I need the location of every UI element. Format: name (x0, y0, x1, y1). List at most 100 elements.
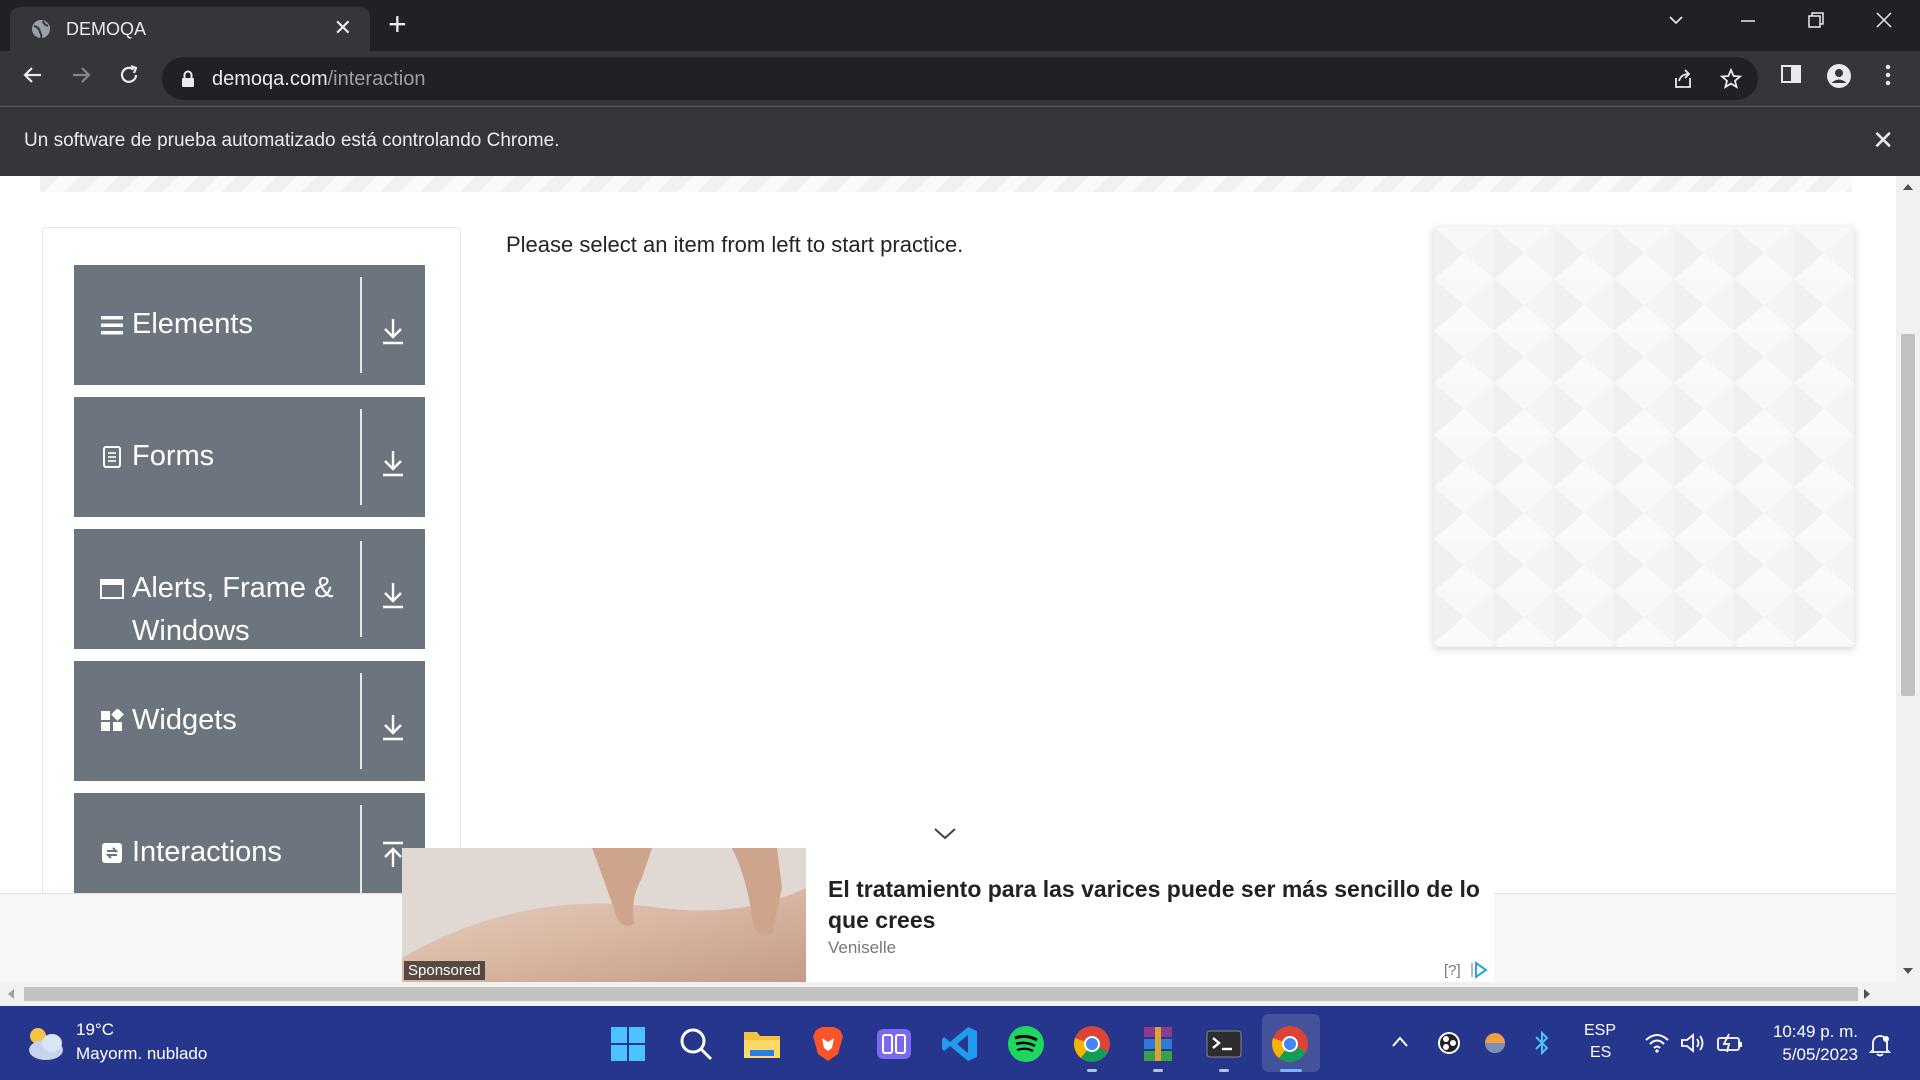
ad-info-link[interactable]: [?] (1444, 962, 1461, 979)
battery-charging-icon[interactable] (1716, 1032, 1744, 1054)
notification-bell-icon[interactable] (1868, 1032, 1892, 1058)
divider (360, 541, 362, 637)
tab-title: DEMOQA (66, 19, 147, 39)
divider (360, 277, 362, 373)
chevron-down-icon[interactable] (932, 824, 958, 844)
weather-cloud-icon[interactable] (24, 1024, 66, 1062)
chrome-active-icon[interactable] (1270, 1024, 1310, 1064)
windows-start-icon[interactable] (608, 1024, 648, 1064)
divider (360, 673, 362, 769)
reader-app-icon[interactable] (874, 1024, 914, 1064)
sponsored-ad[interactable]: Sponsored El tratamiento para las varice… (402, 848, 1494, 982)
sidebar-group-label-line2: Windows (132, 615, 250, 647)
app-tray-icon[interactable] (1482, 1030, 1508, 1056)
scrollbar-thumb[interactable] (1901, 334, 1915, 696)
back-button[interactable] (18, 63, 48, 93)
adchoices-icon[interactable] (1470, 961, 1488, 979)
download-arrow-icon (383, 451, 403, 477)
tab-close-icon[interactable]: ✕ (334, 15, 352, 41)
running-indicator (1087, 1069, 1097, 1072)
infobar-close-icon[interactable]: ✕ (1872, 125, 1894, 156)
back-arrow-icon (23, 67, 41, 83)
chrome-icon[interactable] (1072, 1024, 1112, 1064)
side-panel-icon[interactable] (1780, 63, 1802, 85)
restore-button[interactable] (1806, 10, 1826, 36)
ad-placeholder (1434, 227, 1854, 647)
system-clock[interactable]: 10:49 p. m. 5/05/2023 (1773, 1020, 1858, 1066)
close-window-button[interactable] (1874, 10, 1894, 36)
window-icon (100, 579, 124, 599)
terminal-icon[interactable] (1204, 1024, 1244, 1064)
ad-headline[interactable]: El tratamiento para las varices puede se… (828, 874, 1484, 936)
url-text: demoqa.com/interaction (212, 68, 426, 90)
sidebar-group-label: Alerts, Frame & (132, 572, 334, 604)
sidebar-group-label: Forms (132, 440, 215, 472)
bookmark-star-icon[interactable] (1720, 68, 1742, 90)
ad-source: Veniselle (828, 938, 897, 957)
address-bar[interactable]: demoqa.com/interaction (162, 57, 1758, 100)
forward-arrow-icon (73, 67, 91, 83)
spotify-icon[interactable] (1006, 1024, 1046, 1064)
bluetooth-icon[interactable] (1532, 1030, 1552, 1056)
page-viewport: Elements Forms Alerts, Frame & Windows W… (0, 176, 1920, 1006)
scroll-right-icon[interactable] (1862, 988, 1872, 1000)
wifi-icon[interactable] (1644, 1032, 1670, 1054)
globe-icon (32, 20, 50, 39)
page-horizontal-scrollbar[interactable] (0, 982, 1896, 1006)
download-arrow-icon (383, 583, 403, 609)
weather-temperature[interactable]: 19°C (76, 1020, 114, 1040)
volume-icon[interactable] (1680, 1032, 1706, 1054)
weather-description[interactable]: Mayorm. nublado (76, 1044, 207, 1064)
new-tab-button[interactable]: + (388, 8, 407, 40)
forward-button[interactable] (66, 63, 96, 93)
divider (360, 805, 362, 901)
form-icon (103, 446, 121, 468)
tab-search-icon[interactable] (1666, 10, 1686, 36)
infobar-message: Un software de prueba automatizado está … (24, 130, 560, 151)
scroll-left-icon[interactable] (6, 988, 16, 1000)
running-indicator (1280, 1069, 1302, 1072)
browser-tab[interactable]: DEMOQA ✕ (10, 7, 370, 51)
lock-icon (182, 70, 194, 87)
scroll-down-icon[interactable] (1902, 966, 1914, 976)
scrollbar-thumb[interactable] (24, 987, 1858, 1001)
menu-kebab-icon[interactable] (1878, 63, 1898, 87)
obs-tray-icon[interactable] (1436, 1030, 1462, 1056)
sidebar-group-label: Widgets (132, 704, 237, 736)
page-vertical-scrollbar[interactable] (1896, 176, 1920, 1006)
file-explorer-icon[interactable] (742, 1024, 782, 1064)
practice-instruction: Please select an item from left to start… (506, 232, 964, 257)
winrar-icon[interactable] (1138, 1024, 1178, 1064)
widgets-icon (101, 709, 124, 731)
divider (360, 409, 362, 505)
search-icon[interactable] (676, 1024, 716, 1064)
download-arrow-icon (383, 319, 403, 345)
share-icon[interactable] (1672, 68, 1694, 90)
profile-icon[interactable] (1826, 63, 1852, 89)
sidebar-group-alerts-frame-windows[interactable]: Alerts, Frame & Windows (74, 529, 425, 649)
sidebar-group-elements[interactable]: Elements (74, 265, 425, 385)
automation-infobar: Un software de prueba automatizado está … (0, 106, 1920, 176)
brave-browser-icon[interactable] (808, 1024, 848, 1064)
tab-strip: DEMOQA ✕ + (0, 0, 1920, 51)
chevron-up-icon[interactable] (1390, 1034, 1410, 1050)
sidebar-group-forms[interactable]: Forms (74, 397, 425, 517)
ad-image[interactable]: Sponsored (402, 848, 806, 982)
sidebar-group-interactions[interactable]: Interactions (74, 793, 425, 901)
minimize-button[interactable] (1738, 10, 1758, 36)
download-arrow-icon (383, 715, 403, 741)
ad-pattern-image (1434, 227, 1854, 647)
header-banner-edge (40, 176, 1852, 192)
running-indicator (1219, 1069, 1229, 1072)
language-code[interactable]: ESP (1584, 1022, 1616, 1040)
reload-icon (120, 64, 138, 83)
browser-toolbar: demoqa.com/interaction (0, 51, 1920, 106)
vscode-icon[interactable] (940, 1024, 980, 1064)
sidebar-group-label: Interactions (132, 836, 282, 868)
scroll-up-icon[interactable] (1902, 182, 1914, 192)
reload-button[interactable] (114, 63, 144, 93)
sponsored-label: Sponsored (404, 961, 485, 980)
sidebar-group-widgets[interactable]: Widgets (74, 661, 425, 781)
keyboard-layout[interactable]: ES (1590, 1044, 1611, 1062)
windows-taskbar: 19°C Mayorm. nublado ESP ES 10:49 p. m. … (0, 1006, 1920, 1080)
